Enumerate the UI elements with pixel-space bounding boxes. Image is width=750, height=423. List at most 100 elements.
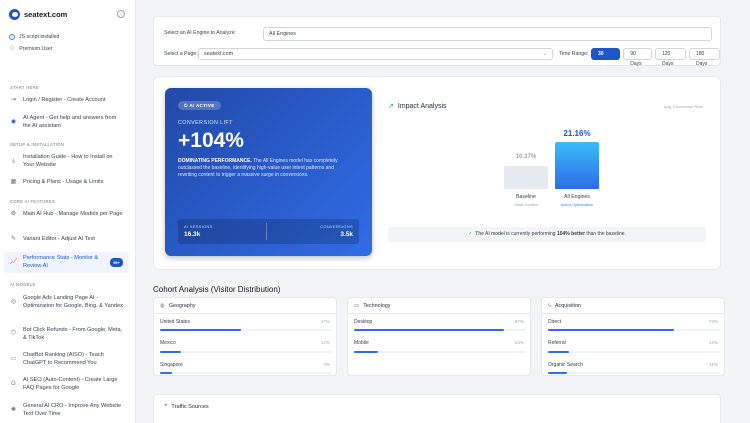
brand[interactable]: seatext.com <box>9 9 67 20</box>
section-label-setup: SETUP & INSTALLATION <box>10 142 65 147</box>
geography-title: Geography <box>168 303 196 309</box>
nav-item-bot-refunds[interactable]: ⛉ Bot Click Refunds - From Google, Meta,… <box>4 325 129 344</box>
row-label: Referral <box>548 340 566 346</box>
nav-item-variant-editor[interactable]: ✎ Variant Editor - Adjust AI Text <box>4 234 129 246</box>
baseline-bar <box>504 165 548 189</box>
row-fill <box>548 329 674 331</box>
row-percentage: 11% <box>709 362 718 367</box>
chart-line-icon: 📈 <box>10 258 18 265</box>
engine-select[interactable]: All Engines <box>263 27 712 41</box>
row-track <box>548 329 720 331</box>
google-icon: G <box>11 380 16 387</box>
note-text-bold: 104% better <box>556 231 586 237</box>
row-track <box>354 329 526 331</box>
nav-item-label: Main AI Hub - Manage Models per Page <box>23 211 123 217</box>
section-label-core: CORE AI FEATURES <box>10 199 55 204</box>
impact-title-text: Impact Analysis <box>397 102 447 110</box>
row-track <box>160 351 332 353</box>
nav-item-chatbot-ranking[interactable]: ▭ ChatBot Ranking (AISO) - Teach ChatGPT… <box>4 350 129 369</box>
plan-status: ☆ Premium User <box>9 45 53 52</box>
nav-item-label: ChatBot Ranking (AISO) - Teach ChatGPT t… <box>23 352 104 366</box>
hero-stats: AI SESSIONS 16.3k CONVERSIONS 3.5k <box>178 219 359 244</box>
notification-badge: 99+ <box>110 257 123 268</box>
conversions-value: 3.5k <box>340 231 353 238</box>
engine-label: Select an AI Engine to Analyze: <box>164 30 237 36</box>
row-track <box>548 372 720 374</box>
conversion-lift-value: +104% <box>178 129 244 152</box>
nav-item-performance-stats[interactable]: 📈 Performance Stats - Monitor & Review A… <box>4 252 129 273</box>
plan-status-text: Premium User <box>19 46 53 52</box>
collapse-sidebar-icon[interactable]: ‹ <box>117 10 125 18</box>
traffic-sources-header: ⌖ Traffic Sources <box>164 403 209 410</box>
row-fill <box>548 351 569 353</box>
shield-icon: ⛉ <box>11 330 16 337</box>
conversions-label: CONVERSIONS <box>320 224 353 229</box>
hero-description: DOMINATING PERFORMANCE. The All Engines … <box>178 158 348 179</box>
technology-card: ▭ Technology Desktop 87% Mobile 14% <box>347 297 531 376</box>
acquisition-title: Acquisition <box>554 303 581 309</box>
nav-item-ai-hub[interactable]: ⚙ Main AI Hub - Manage Models per Page <box>4 209 129 221</box>
ai-bar <box>555 142 599 189</box>
globe-icon: ◍ <box>160 303 165 309</box>
sparkle-icon: ✺ <box>10 406 17 413</box>
conversion-lift-label: CONVERSION LIFT <box>178 120 233 126</box>
nav-item-label: Google Ads Landing Page AI - Optimizatio… <box>23 295 123 309</box>
row-label: United States <box>160 319 191 325</box>
range-90-days-button[interactable]: 90 Days <box>623 48 652 67</box>
script-status-text: JS script installed <box>19 34 60 40</box>
star-icon: ☆ <box>9 45 16 52</box>
cohort-title: Cohort Analysis (Visitor Distribution) <box>153 285 281 294</box>
geography-card: ◍ Geography United States 47% Mexico 12% … <box>153 297 337 376</box>
row-track <box>160 329 332 331</box>
row-percentage: 87% <box>514 319 524 324</box>
check-circle-icon: ✓ <box>9 34 15 40</box>
row-label: Direct <box>548 319 562 325</box>
performance-hero: ⏻ AI ACTIVE CONVERSION LIFT +104% DOMINA… <box>153 76 721 270</box>
target-icon: ◎ <box>10 298 17 305</box>
nav-item-ai-agent[interactable]: ◉ AI Agent - Get help and answers from t… <box>4 113 129 132</box>
row-label: Desktop <box>354 319 373 325</box>
nav-item-general-cro[interactable]: ✺ General AI CRO - Improve Any Website T… <box>4 401 129 420</box>
nav-item-label: Installation Guide - How to Install on Y… <box>23 154 113 168</box>
technology-header: ▭ Technology <box>354 303 390 309</box>
nav-item-label: Performance Stats - Monitor & Review AI <box>23 255 99 269</box>
brand-logo-icon <box>9 9 20 20</box>
range-180-days-button[interactable]: 180 Days <box>688 48 720 67</box>
nav-item-ai-seo[interactable]: G AI SEO (Auto-Content) - Create Large F… <box>4 375 129 394</box>
row-label: Mexico <box>160 340 176 346</box>
row-fill <box>160 329 241 331</box>
row-percentage: 12% <box>708 340 718 345</box>
nav-item-label: Login / Register - Create Account <box>23 97 106 103</box>
engine-select-value: All Engines <box>269 31 296 37</box>
row-fill <box>160 372 173 374</box>
row-label: Organic Search <box>548 362 583 368</box>
row-percentage: 14% <box>514 340 524 345</box>
nav-item-installation[interactable]: ⤓ Installation Guide - How to Install on… <box>4 152 129 171</box>
monitor-icon: ▭ <box>354 303 360 309</box>
row-fill <box>160 351 181 353</box>
nav-item-login[interactable]: ⇥ Login / Register - Create Account <box>4 95 129 107</box>
traffic-sources-title: Traffic Sources <box>171 403 209 410</box>
impact-title: ↗ Impact Analysis <box>388 102 447 111</box>
traffic-sources-card: ⌖ Traffic Sources <box>153 394 721 423</box>
chevron-down-icon: ⌄ <box>542 51 547 57</box>
range-30-days-button[interactable]: 30 Days <box>591 48 621 67</box>
nav-item-label: AI SEO (Auto-Content) - Create Large FAQ… <box>23 377 118 391</box>
acquisition-header: ϟ Acquisition <box>548 303 581 309</box>
range-120-days-button[interactable]: 120 Days <box>654 48 686 67</box>
page-label: Select a Page: <box>164 51 198 57</box>
filter-panel: Select an AI Engine to Analyze: All Engi… <box>153 16 721 67</box>
nav-item-pricing[interactable]: ▦ Pricing & Plans - Usage & Limits <box>4 177 129 189</box>
row-fill <box>548 372 567 374</box>
row-fill <box>354 329 504 331</box>
sessions-label: AI SESSIONS <box>184 224 213 229</box>
nav-item-google-ads[interactable]: ◎ Google Ads Landing Page AI - Optimizat… <box>4 293 129 312</box>
technology-title: Technology <box>363 303 391 309</box>
chat-icon: ▭ <box>10 355 17 362</box>
page-select[interactable]: seatext.com ⌄ <box>198 48 553 60</box>
check-circle-icon: ✓ <box>468 231 473 237</box>
brand-name: seatext.com <box>24 10 68 19</box>
row-label: Singapore <box>160 362 183 368</box>
page-select-value: seatext.com <box>204 51 234 57</box>
lightning-icon: ϟ <box>548 303 551 309</box>
